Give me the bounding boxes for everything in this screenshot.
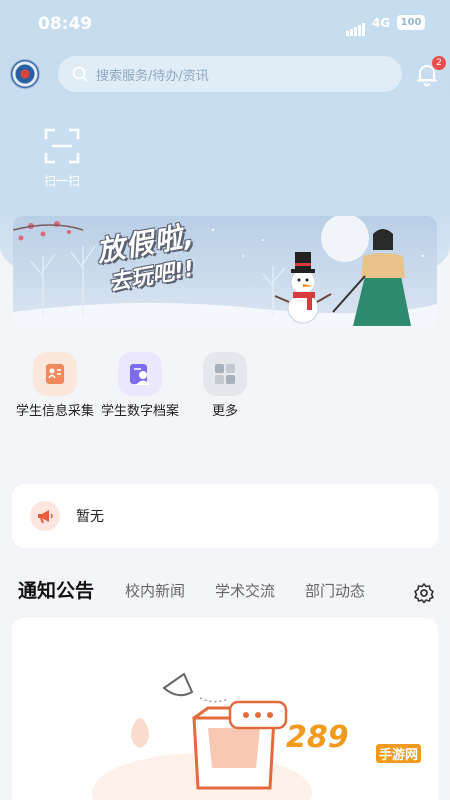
search-icon [72,66,88,82]
grid-icon [203,352,247,396]
banner-illustration [13,216,437,329]
search-placeholder: 搜索服务/待办/资讯 [96,68,209,84]
id-card-icon [33,352,77,396]
scan-icon [44,128,80,164]
scan-button[interactable]: 扫一扫 [36,122,88,192]
announcement-text: 暂无 [76,509,104,525]
menu-student-info[interactable]: 学生信息采集 [10,352,100,421]
watermark-logo: 289 [286,720,349,755]
empty-state-illustration [92,672,312,800]
status-time: 08:49 [38,14,93,34]
status-bar: 08:49 4G 100 [0,0,450,48]
signal-icon [346,17,366,36]
tab-notice[interactable]: 通知公告 [18,576,94,603]
notification-badge: 2 [432,56,446,70]
menu-digital-archive[interactable]: 学生数字档案 [95,352,185,421]
menu-label: 更多 [211,404,238,419]
profile-icon [118,352,162,396]
announcement-bar[interactable]: 暂无 [12,484,438,548]
menu-label: 学生信息采集 [15,404,94,419]
scan-label: 扫一扫 [43,174,80,188]
megaphone-icon [30,501,60,531]
gear-icon[interactable] [413,582,435,604]
holiday-banner[interactable] [13,216,437,329]
tab-department[interactable]: 部门动态 [305,580,365,601]
battery-icon: 100 [397,15,425,30]
menu-label: 学生数字档案 [100,404,179,419]
search-input[interactable]: 搜索服务/待办/资讯 [58,56,402,92]
news-tabs: 通知公告 校内新闻 学术交流 部门动态 [18,576,438,606]
tab-campus-news[interactable]: 校内新闻 [125,580,185,601]
watermark-text: 手游网 [376,744,422,763]
network-type: 4G [372,16,391,30]
school-logo[interactable] [10,59,40,89]
tab-academic[interactable]: 学术交流 [215,580,275,601]
news-content-card [12,618,438,800]
menu-more[interactable]: 更多 [180,352,270,421]
